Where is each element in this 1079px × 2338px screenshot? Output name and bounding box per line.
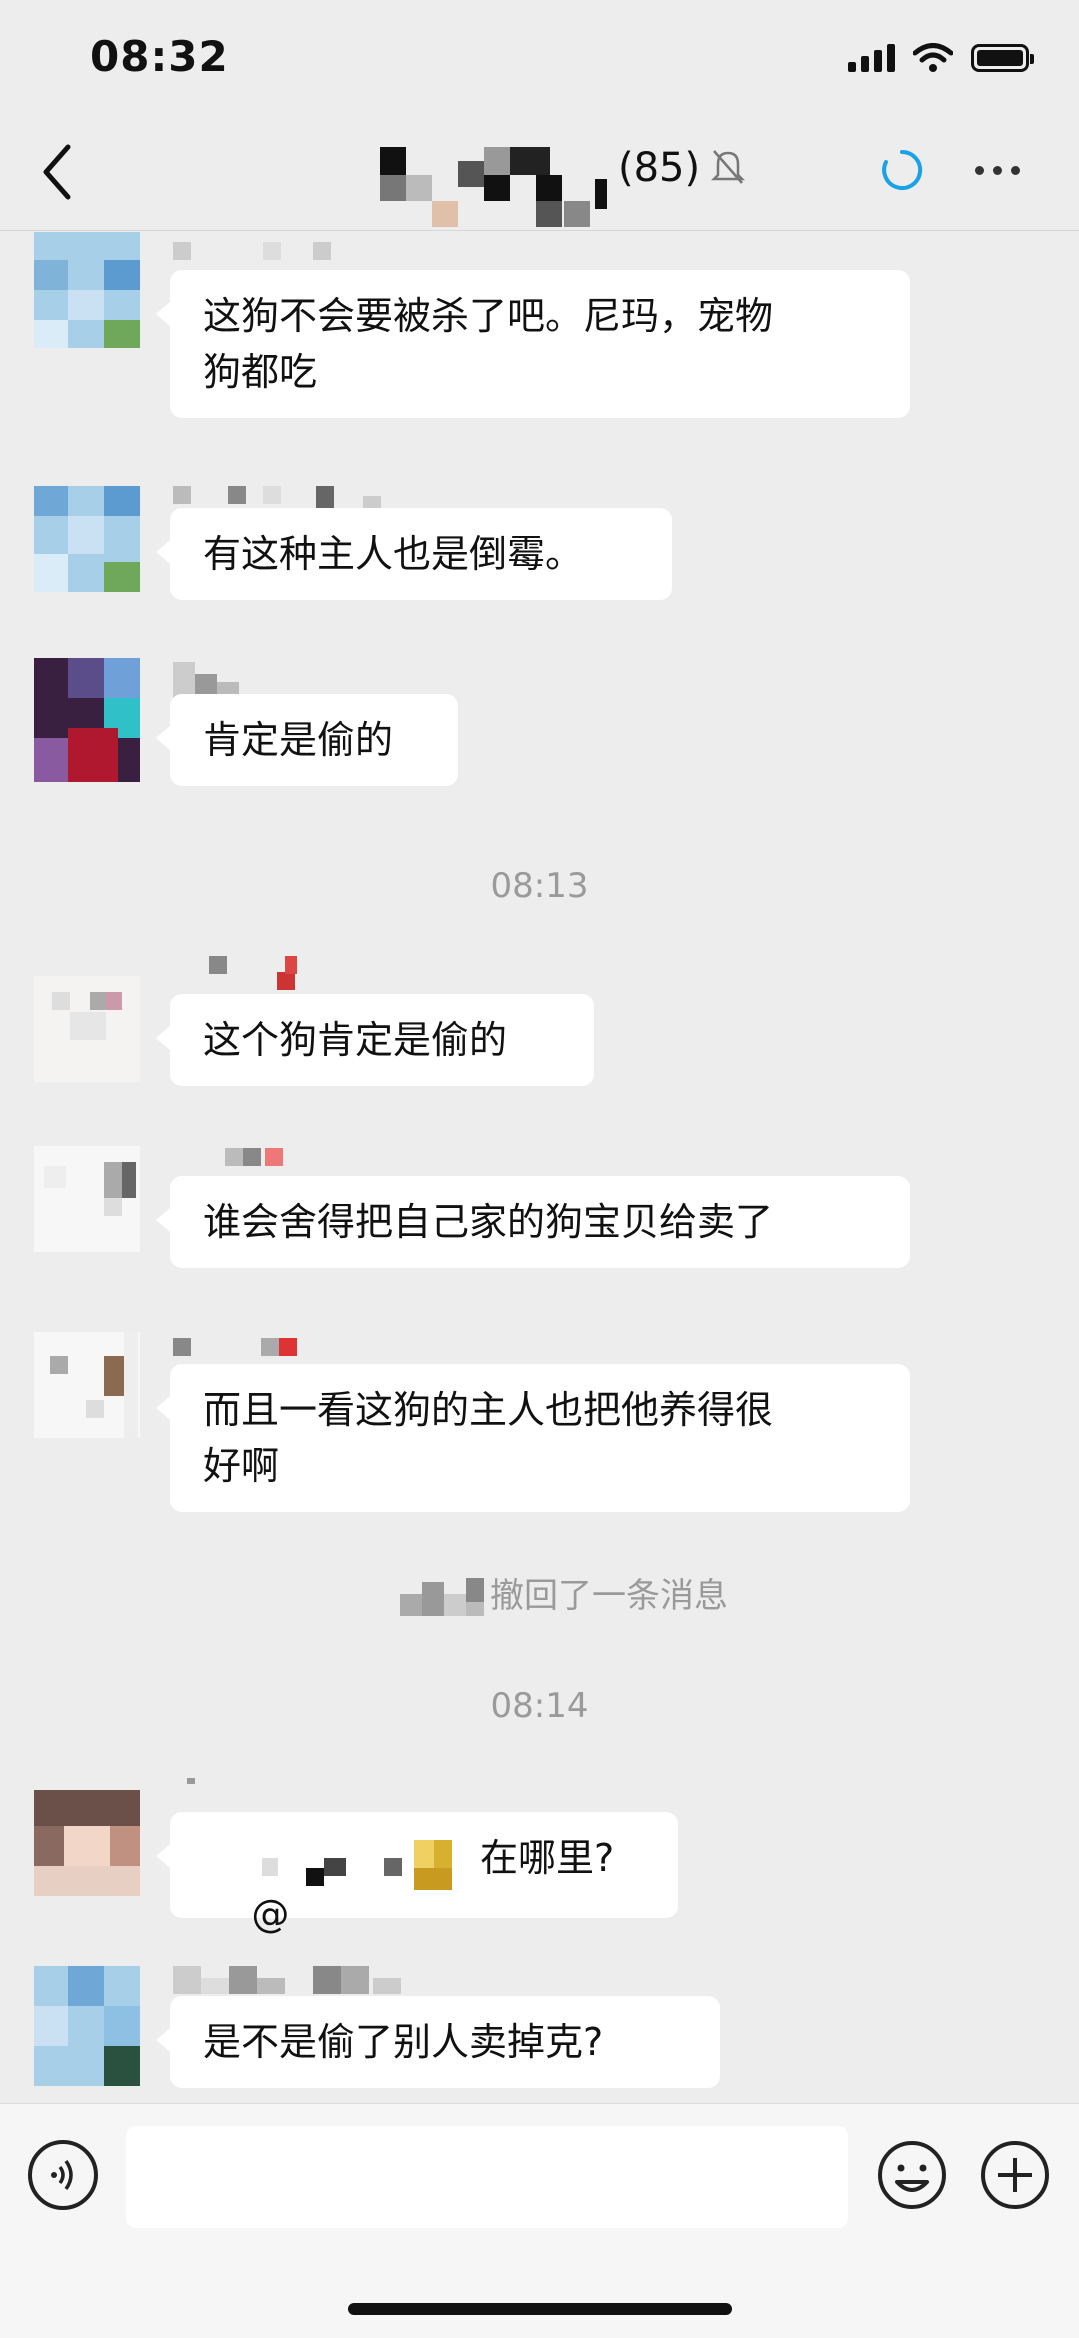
avatar[interactable] — [34, 1790, 140, 1896]
signal-icon — [848, 44, 895, 72]
group-name-redacted — [380, 147, 610, 227]
sender-name-redacted — [173, 1966, 413, 1994]
recall-notice-text: 撤回了一条消息 — [490, 1576, 728, 1616]
mute-bell-icon — [710, 150, 746, 184]
message-bubble[interactable]: 肯定是偷的 — [156, 694, 458, 786]
status-icons — [848, 38, 1034, 78]
sender-name-redacted — [173, 1778, 195, 1806]
sender-name-redacted — [173, 1338, 323, 1366]
loading-refresh-icon[interactable] — [880, 148, 924, 192]
message-input[interactable] — [126, 2126, 848, 2228]
more-actions-plus-button[interactable] — [980, 2140, 1050, 2210]
battery-icon — [971, 44, 1034, 72]
emoji-button[interactable] — [877, 2140, 947, 2210]
avatar[interactable] — [34, 1966, 140, 2086]
nav-bar: (85) — [0, 115, 1079, 231]
message-bubble[interactable]: 是不是偷了别人卖掉克? — [156, 1996, 720, 2088]
message-bubble[interactable]: 这个狗肯定是偷的 — [156, 994, 594, 1086]
message-bubble[interactable]: 这狗不会要被杀了吧。尼玛，宠物 狗都吃 — [156, 270, 910, 418]
member-count: (85) — [618, 145, 701, 191]
mentioned-name-redacted — [238, 1812, 458, 1918]
mention-suffix: 在哪里? — [480, 1836, 615, 1880]
status-time: 08:32 — [90, 32, 229, 81]
avatar[interactable] — [34, 1332, 140, 1438]
voice-icon — [51, 2159, 73, 2191]
avatar[interactable] — [34, 658, 140, 782]
timestamp: 08:14 — [490, 1686, 589, 1726]
home-indicator — [348, 2303, 732, 2315]
chat-title: (85) — [380, 137, 760, 227]
avatar[interactable] — [34, 486, 140, 592]
sender-name-redacted — [173, 662, 253, 698]
message-bubble[interactable]: 有这种主人也是倒霉。 — [156, 508, 672, 600]
sender-name-redacted — [173, 1148, 313, 1176]
wifi-icon — [913, 43, 953, 72]
sender-name-redacted — [173, 242, 333, 270]
avatar[interactable] — [34, 976, 140, 1082]
back-button[interactable] — [30, 137, 90, 207]
message-bubble[interactable]: 谁会舍得把自己家的狗宝贝给卖了 — [156, 1176, 910, 1268]
voice-input-button[interactable] — [28, 2140, 98, 2210]
avatar[interactable] — [34, 232, 140, 348]
message-bubble[interactable]: @ 在哪里? — [156, 1812, 678, 1936]
more-options-button[interactable] — [975, 155, 1035, 185]
message-bubble[interactable]: 而且一看这狗的主人也把他养得很 好啊 — [156, 1364, 910, 1512]
recall-notice: 撤回了一条消息 — [400, 1568, 800, 1618]
sender-name-redacted — [173, 956, 323, 990]
timestamp: 08:13 — [490, 866, 589, 906]
status-bar: 08:32 — [0, 0, 1079, 115]
avatar[interactable] — [34, 1146, 140, 1252]
